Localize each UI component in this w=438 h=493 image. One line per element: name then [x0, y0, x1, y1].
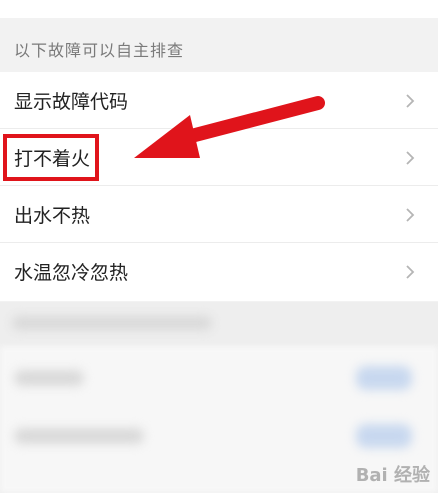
blurred-row-label	[14, 428, 144, 444]
section-header: 以下故障可以自主排查	[0, 18, 438, 72]
chevron-right-icon	[406, 94, 415, 108]
watermark: Bai 经验	[355, 465, 430, 486]
top-card-edge	[0, 0, 438, 18]
list-item-label: 水温忽冷忽热	[14, 262, 129, 284]
list-item-temp-fluctuates[interactable]: 水温忽冷忽热	[0, 243, 438, 301]
chevron-right-icon	[406, 151, 415, 165]
list-item-water-not-hot[interactable]: 出水不热	[0, 186, 438, 243]
blurred-pill	[356, 366, 412, 390]
highlight-box	[3, 134, 99, 181]
blurred-heading	[12, 316, 212, 330]
blurred-pill	[356, 424, 412, 448]
troubleshoot-list: 显示故障代码 打不着火 出水不热 水温忽冷忽热	[0, 72, 438, 301]
list-item-label: 显示故障代码	[14, 91, 129, 113]
section-title: 以下故障可以自主排查	[14, 41, 185, 60]
chevron-right-icon	[406, 208, 415, 222]
list-item-label: 出水不热	[14, 205, 91, 227]
chevron-right-icon	[406, 265, 415, 279]
list-item-fault-code[interactable]: 显示故障代码	[0, 72, 438, 129]
blurred-row-label	[14, 370, 84, 386]
